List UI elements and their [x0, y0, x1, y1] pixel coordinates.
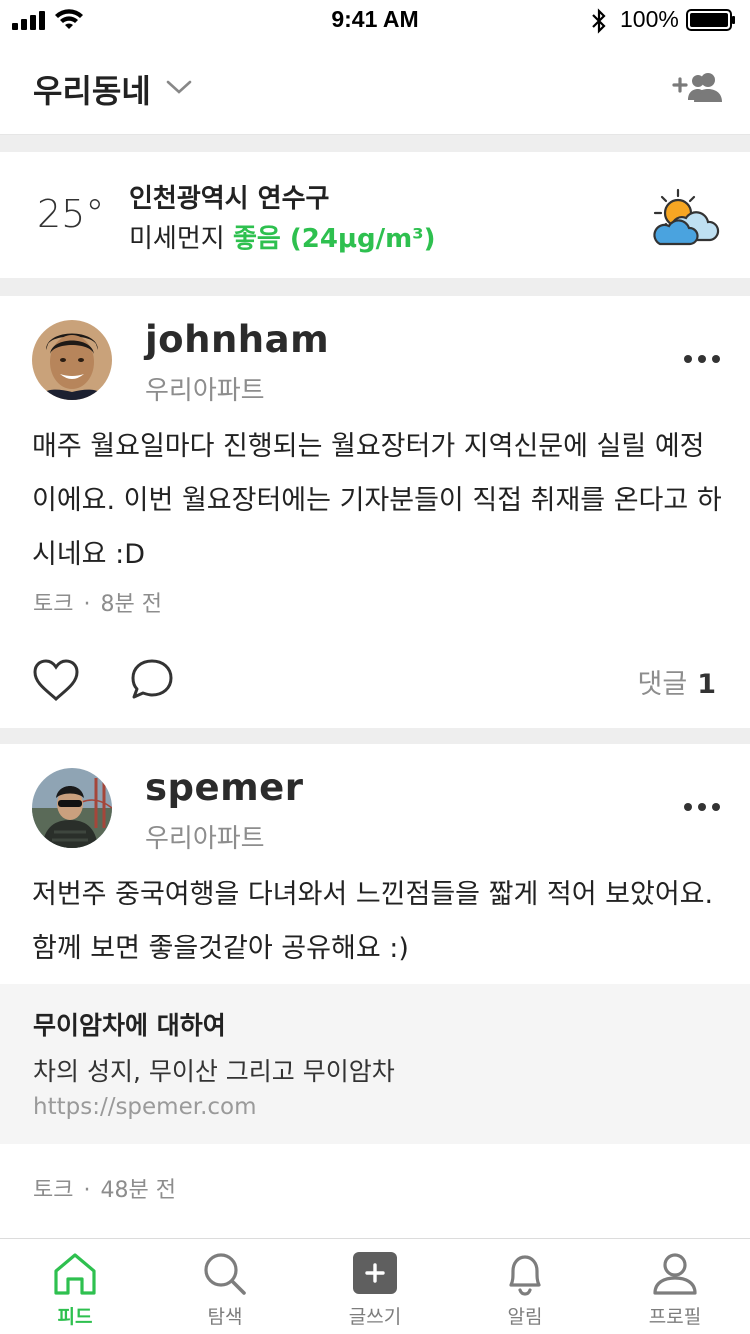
fine-dust-label: 미세먼지 — [129, 224, 225, 254]
comment-number: 1 — [697, 669, 716, 700]
tab-explore[interactable]: 탐색 — [150, 1239, 300, 1334]
post-meta: 토크 · 48분 전 — [33, 1172, 176, 1204]
search-icon — [204, 1253, 246, 1295]
link-title: 무이암차에 대하여 — [33, 1011, 226, 1040]
app: 9:41 AM 100% 우리동네 25° 인천광역시 연수구 미세먼지 좋음 … — [0, 0, 750, 1334]
battery-icon — [686, 9, 735, 31]
comment-icon[interactable] — [130, 658, 174, 700]
bell-icon — [509, 1255, 541, 1296]
meta-dot: · — [83, 592, 91, 617]
partly-cloudy-icon — [653, 188, 720, 246]
fine-dust-info: 미세먼지 좋음 (24μg/m³) — [129, 218, 436, 255]
post-body[interactable]: 저번주 중국여행을 다녀와서 느낀점들을 짧게 적어 보았어요. 함께 보면 좋… — [32, 868, 722, 976]
post-meta: 토크 · 8분 전 — [33, 586, 162, 618]
avatar[interactable] — [32, 320, 112, 400]
avatar[interactable] — [32, 768, 112, 848]
battery-percent: 100% — [620, 6, 679, 32]
comment-count[interactable]: 댓글 1 — [638, 662, 716, 701]
tab-write[interactable]: 글쓰기 — [300, 1239, 450, 1334]
link-preview-card[interactable]: 무이암차에 대하여 차의 성지, 무이산 그리고 무이암차 https://sp… — [0, 984, 750, 1144]
feed-post[interactable]: spemer 우리아파트 저번주 중국여행을 다녀와서 느낀점들을 짧게 적어 … — [0, 744, 750, 1238]
comment-label: 댓글 — [637, 669, 688, 700]
chevron-down-icon[interactable] — [166, 78, 192, 96]
tab-notifications[interactable]: 알림 — [450, 1239, 600, 1334]
tab-label: 탐색 — [207, 1306, 243, 1328]
more-options-icon[interactable] — [682, 800, 722, 814]
weather-card[interactable]: 25° 인천광역시 연수구 미세먼지 좋음 (24μg/m³) — [0, 152, 750, 278]
fine-dust-status: 좋음 (24μg/m³) — [232, 224, 436, 254]
post-time: 48분 전 — [100, 1178, 176, 1203]
post-category: 토크 — [33, 1178, 74, 1203]
feed-post[interactable]: johnham 우리아파트 매주 월요일마다 진행되는 월요장터가 지역신문에 … — [0, 296, 750, 728]
post-username[interactable]: johnham — [145, 318, 329, 361]
home-icon — [54, 1253, 96, 1295]
post-apartment: 우리아파트 — [145, 376, 265, 406]
tab-label: 글쓰기 — [348, 1306, 402, 1328]
weather-location: 인천광역시 연수구 — [129, 184, 330, 214]
heart-icon[interactable] — [32, 658, 80, 702]
profile-icon — [653, 1253, 697, 1295]
meta-dot: · — [83, 1178, 91, 1203]
tab-label: 알림 — [507, 1306, 543, 1328]
bluetooth-icon — [592, 8, 606, 34]
link-url[interactable]: https://spemer.com — [33, 1094, 257, 1120]
tab-label: 프로필 — [648, 1306, 702, 1328]
more-options-icon[interactable] — [682, 352, 722, 366]
post-username[interactable]: spemer — [145, 766, 304, 809]
post-apartment: 우리아파트 — [145, 824, 265, 854]
write-plus-icon — [353, 1252, 397, 1294]
tab-feed[interactable]: 피드 — [0, 1239, 150, 1334]
post-body[interactable]: 매주 월요일마다 진행되는 월요장터가 지역신문에 실릴 예정이에요. 이번 월… — [32, 420, 722, 582]
neighborhood-title[interactable]: 우리동네 — [33, 66, 151, 112]
link-description: 차의 성지, 무이산 그리고 무이암차 — [33, 1057, 395, 1086]
weather-temperature: 25° — [37, 192, 105, 236]
top-header: 우리동네 — [0, 40, 750, 135]
post-time: 8분 전 — [100, 592, 162, 617]
post-category: 토크 — [33, 592, 74, 617]
tab-profile[interactable]: 프로필 — [600, 1239, 750, 1334]
bottom-tab-bar: 피드 탐색 글쓰기 알림 프로필 — [0, 1238, 750, 1334]
status-bar: 9:41 AM 100% — [0, 0, 750, 40]
add-friend-icon[interactable] — [672, 70, 724, 104]
tab-label: 피드 — [57, 1306, 93, 1328]
